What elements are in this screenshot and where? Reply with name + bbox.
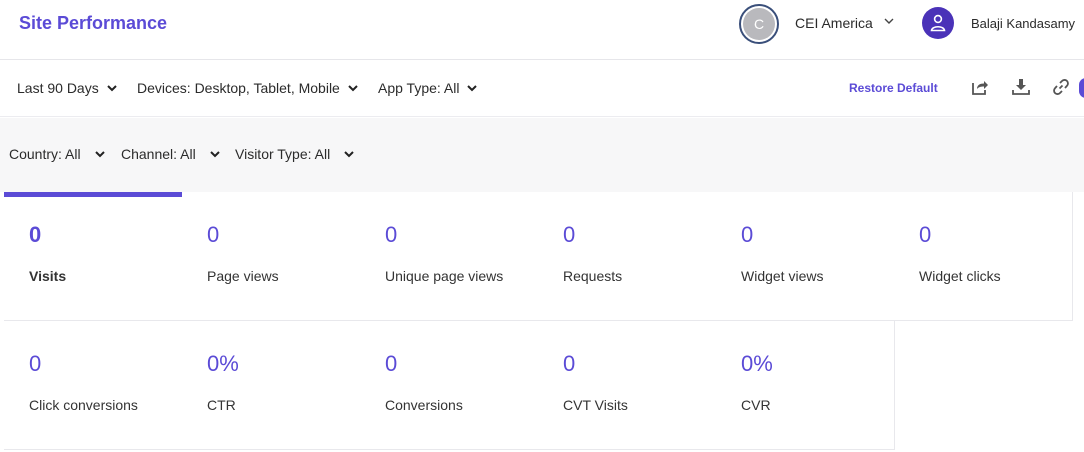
chevron-down-icon: [210, 150, 220, 157]
date-range-label: Last 90 Days: [17, 80, 99, 96]
metric-value: 0%: [207, 351, 239, 376]
metric-label: Conversions: [385, 397, 463, 413]
channel-dropdown[interactable]: Channel: All: [121, 146, 220, 162]
metric-value: 0: [563, 222, 576, 247]
app-type-label: App Type: All: [378, 80, 460, 96]
metric-value: 0: [741, 222, 754, 247]
metric-label: CVR: [741, 397, 771, 413]
metric-tile-widget-clicks[interactable]: 0 Widget clicks: [894, 192, 1073, 321]
metric-tile-cvt-visits[interactable]: 0 CVT Visits: [538, 321, 717, 450]
overflow-menu-button[interactable]: [1079, 78, 1084, 98]
chevron-down-icon: [344, 150, 354, 157]
visitor-type-dropdown[interactable]: Visitor Type: All: [235, 146, 354, 162]
chevron-down-icon: [348, 84, 358, 91]
metric-value: 0%: [741, 351, 773, 376]
page-title: Site Performance: [19, 13, 168, 33]
metric-tile-visits[interactable]: 0 Visits: [4, 192, 183, 321]
metric-value: 0: [563, 351, 576, 376]
country-dropdown[interactable]: Country: All: [9, 146, 105, 162]
metric-value: 0: [919, 222, 932, 247]
metric-label: Unique page views: [385, 268, 504, 284]
metric-tile-requests[interactable]: 0 Requests: [538, 192, 717, 321]
user-icon: [930, 14, 946, 32]
download-icon[interactable]: [1012, 78, 1030, 96]
metric-label: Widget views: [741, 268, 824, 284]
metric-label: Requests: [563, 268, 623, 284]
org-avatar[interactable]: C: [739, 4, 779, 44]
metric-label: Click conversions: [29, 397, 138, 413]
org-selector[interactable]: CEI America: [795, 15, 873, 31]
metric-value: 0: [385, 351, 398, 376]
filter-bar-primary: Last 90 Days Devices: Desktop, Tablet, M…: [0, 61, 1084, 117]
chevron-down-icon: [94, 150, 105, 157]
visitor-type-label: Visitor Type: All: [235, 146, 331, 162]
filter-bar-secondary: Country: All Channel: All Visitor Type: …: [0, 118, 1084, 192]
metric-tile-cvr[interactable]: 0% CVR: [716, 321, 895, 450]
metric-value: 0: [207, 222, 220, 247]
metric-tile-unique-page-views[interactable]: 0 Unique page views: [360, 192, 539, 321]
top-bar: Site Performance C CEI America Balaji Ka…: [0, 0, 1084, 60]
metric-label: CTR: [207, 397, 236, 413]
metric-value: 0: [29, 351, 42, 376]
metric-tile-widget-views[interactable]: 0 Widget views: [716, 192, 895, 321]
org-avatar-initial: C: [743, 8, 775, 40]
metric-value: 0: [29, 222, 42, 247]
metric-value: 0: [385, 222, 398, 247]
chevron-down-icon: [467, 84, 478, 91]
metric-label: CVT Visits: [563, 397, 628, 413]
metric-label: Visits: [29, 268, 67, 284]
metric-tile-click-conversions[interactable]: 0 Click conversions: [4, 321, 183, 450]
channel-label: Channel: All: [121, 146, 196, 162]
restore-default-button[interactable]: Restore Default: [849, 81, 938, 95]
metric-label: Page views: [207, 268, 279, 284]
metric-tile-ctr[interactable]: 0% CTR: [182, 321, 361, 450]
app-type-dropdown[interactable]: App Type: All: [378, 80, 478, 96]
metric-label: Widget clicks: [919, 268, 1001, 284]
chevron-down-icon: [107, 84, 117, 91]
share-icon[interactable]: [971, 78, 989, 96]
date-range-dropdown[interactable]: Last 90 Days: [17, 80, 117, 96]
devices-label: Devices: Desktop, Tablet, Mobile: [137, 80, 340, 96]
user-name[interactable]: Balaji Kandasamy: [971, 16, 1075, 31]
country-label: Country: All: [9, 146, 81, 162]
devices-dropdown[interactable]: Devices: Desktop, Tablet, Mobile: [137, 80, 358, 96]
metric-tile-conversions[interactable]: 0 Conversions: [360, 321, 539, 450]
link-icon[interactable]: [1052, 78, 1070, 96]
metric-tile-page-views[interactable]: 0 Page views: [182, 192, 361, 321]
user-avatar[interactable]: [922, 7, 954, 39]
chevron-down-icon[interactable]: [883, 15, 895, 27]
